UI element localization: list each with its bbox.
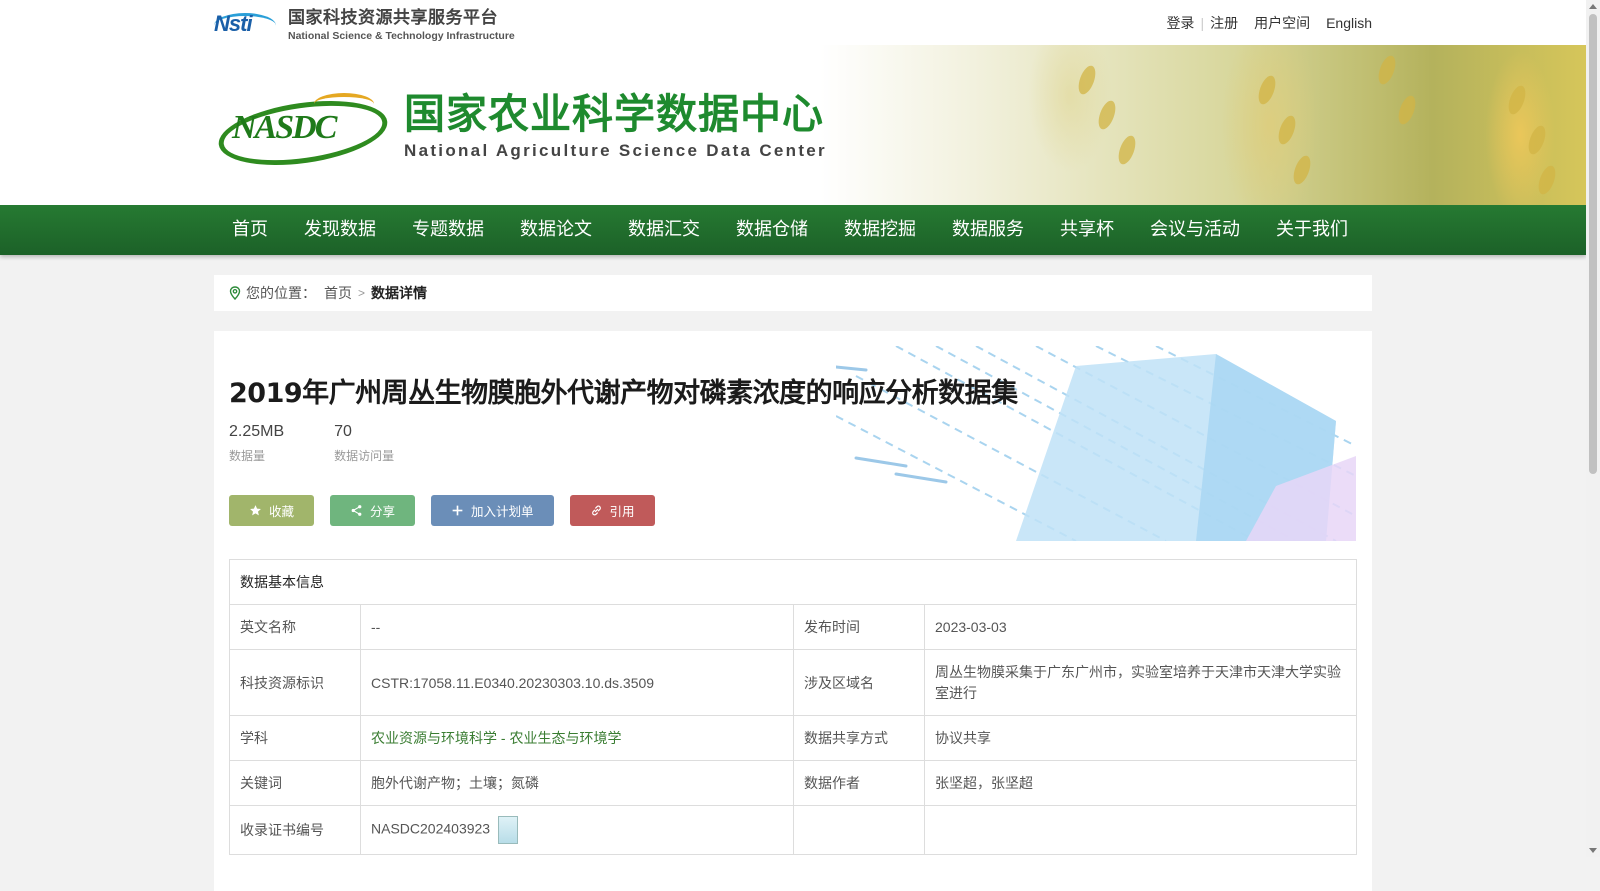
breadcrumb-prefix: 您的位置： xyxy=(246,285,316,301)
table-row: 学科 农业资源与环境科学 - 农业生态与环境学 数据共享方式 协议共享 xyxy=(229,715,1357,761)
top-bar: Nsti 国家科技资源共享服务平台 National Science & Tec… xyxy=(0,0,1586,45)
register-link[interactable]: 注册 xyxy=(1210,13,1238,33)
cstr-value: CSTR:17058.11.E0340.20230303.10.ds.3509 xyxy=(360,649,794,716)
stat-visits-value: 70 xyxy=(334,423,352,440)
scrollbar-thumb[interactable] xyxy=(1589,14,1597,474)
center-name-cn: 国家农业科学数据中心 xyxy=(404,89,824,138)
favorite-label: 收藏 xyxy=(269,505,295,519)
stat-size: 2.25MB 数据量 xyxy=(229,423,284,464)
table-row: 科技资源标识 CSTR:17058.11.E0340.20230303.10.d… xyxy=(229,649,1357,716)
cite-label: 引用 xyxy=(609,505,635,519)
stat-size-label: 数据量 xyxy=(229,449,266,463)
certificate-icon[interactable] xyxy=(498,816,519,844)
nsti-logo-text: Nsti xyxy=(214,10,253,36)
nasdc-logo-text: NASDC xyxy=(232,109,337,146)
nav-item-cup[interactable]: 共享杯 xyxy=(1042,205,1132,255)
nav-item-discover[interactable]: 发现数据 xyxy=(286,205,394,255)
english-name-value: -- xyxy=(360,604,794,650)
scroll-down-icon[interactable] xyxy=(1589,848,1597,853)
nsti-mark-icon: Nsti xyxy=(214,9,280,37)
keywords-label: 关键词 xyxy=(229,760,361,806)
main-nav: 首页 发现数据 专题数据 数据论文 数据汇交 数据仓储 数据挖掘 数据服务 共享… xyxy=(0,205,1586,255)
subject-value: 农业资源与环境科学 - 农业生态与环境学 xyxy=(360,715,794,761)
keywords-value: 胞外代谢产物；土壤；氮磷 xyxy=(360,760,794,806)
english-link[interactable]: English xyxy=(1326,15,1372,31)
platform-name-en: National Science & Technology Infrastruc… xyxy=(288,30,515,42)
publish-date-value: 2023-03-03 xyxy=(924,604,1357,650)
nav-item-mining[interactable]: 数据挖掘 xyxy=(826,205,934,255)
top-links: 登录 | 注册 用户空间 English xyxy=(1166,13,1372,33)
nasdc-logo[interactable]: NASDC 国家农业科学数据中心 National Agriculture Sc… xyxy=(214,89,827,175)
top-link-separator: | xyxy=(1200,14,1205,31)
share-label: 分享 xyxy=(370,505,396,519)
cstr-label: 科技资源标识 xyxy=(229,649,361,716)
user-space-link[interactable]: 用户空间 xyxy=(1254,13,1310,33)
nav-item-papers[interactable]: 数据论文 xyxy=(502,205,610,255)
publish-date-label: 发布时间 xyxy=(793,604,925,650)
table-row: 英文名称 -- 发布时间 2023-03-03 xyxy=(229,604,1357,650)
subject-link-primary[interactable]: 农业资源与环境科学 xyxy=(371,730,497,746)
dataset-title: 2019年广州周丛生物膜胞外代谢产物对磷素浓度的响应分析数据集 xyxy=(229,378,1018,409)
stat-visits-label: 数据访问量 xyxy=(334,449,395,463)
breadcrumb-home-link[interactable]: 首页 xyxy=(324,283,352,303)
favorite-button[interactable]: 收藏 xyxy=(229,495,315,526)
subject-link-secondary[interactable]: 农业生态与环境学 xyxy=(509,730,621,746)
english-name-label: 英文名称 xyxy=(229,604,361,650)
add-plan-label: 加入计划单 xyxy=(471,505,534,519)
cite-button[interactable]: 引用 xyxy=(569,495,655,526)
link-icon xyxy=(591,505,601,516)
stat-size-value: 2.25MB xyxy=(229,423,285,440)
page-scrollbar[interactable] xyxy=(1586,0,1600,857)
empty-value xyxy=(924,805,1357,855)
subject-label: 学科 xyxy=(229,715,361,761)
dataset-stats: 2.25MB 数据量 70 数据访问量 xyxy=(229,423,444,464)
share-mode-value: 协议共享 xyxy=(924,715,1357,761)
nav-item-services[interactable]: 数据服务 xyxy=(934,205,1042,255)
nasdc-emblem-icon: NASDC xyxy=(214,91,392,175)
share-icon xyxy=(351,505,362,516)
banner-rice-image xyxy=(820,45,1586,205)
share-mode-label: 数据共享方式 xyxy=(793,715,925,761)
certificate-cell: NASDC202403923 xyxy=(360,805,794,855)
certificate-value: NASDC202403923 xyxy=(371,820,491,837)
breadcrumb-current: 数据详情 xyxy=(371,285,428,301)
share-button[interactable]: 分享 xyxy=(330,495,416,526)
add-plan-button[interactable]: 加入计划单 xyxy=(431,495,554,526)
region-value: 周丛生物膜采集于广东广州市，实验室培养于天津市天津大学实验室进行 xyxy=(924,649,1357,716)
stat-visits: 70 数据访问量 xyxy=(334,423,394,464)
region-label: 涉及区域名 xyxy=(793,649,925,716)
nav-item-submission[interactable]: 数据汇交 xyxy=(610,205,718,255)
nav-item-topics[interactable]: 专题数据 xyxy=(394,205,502,255)
info-section-title: 数据基本信息 xyxy=(229,559,1357,605)
star-icon xyxy=(250,505,261,516)
basic-info-table: 数据基本信息 英文名称 -- 发布时间 2023-03-03 科技资源标识 CS… xyxy=(229,559,1357,855)
nav-item-home[interactable]: 首页 xyxy=(214,205,286,255)
nav-item-events[interactable]: 会议与活动 xyxy=(1132,205,1258,255)
banner: NASDC 国家农业科学数据中心 National Agriculture Sc… xyxy=(0,45,1586,205)
table-row: 关键词 胞外代谢产物；土壤；氮磷 数据作者 张坚超，张坚超 xyxy=(229,760,1357,806)
dataset-card: 2019年广州周丛生物膜胞外代谢产物对磷素浓度的响应分析数据集 2.25MB 数… xyxy=(214,331,1372,891)
login-link[interactable]: 登录 xyxy=(1166,13,1194,33)
platform-name-cn: 国家科技资源共享服务平台 xyxy=(288,8,498,28)
authors-label: 数据作者 xyxy=(793,760,925,806)
breadcrumb: 您的位置： 首页 > 数据详情 xyxy=(214,275,1372,311)
nav-item-about[interactable]: 关于我们 xyxy=(1258,205,1366,255)
nav-item-repository[interactable]: 数据仓储 xyxy=(718,205,826,255)
plus-icon xyxy=(452,505,463,516)
location-pin-icon xyxy=(229,286,241,300)
table-row: 收录证书编号 NASDC202403923 xyxy=(229,805,1357,855)
certificate-label: 收录证书编号 xyxy=(229,805,361,855)
center-name-en: National Agriculture Science Data Center xyxy=(404,140,827,160)
authors-value: 张坚超，张坚超 xyxy=(924,760,1357,806)
nsti-logo[interactable]: Nsti 国家科技资源共享服务平台 National Science & Tec… xyxy=(214,0,515,45)
subject-separator: - xyxy=(497,730,510,746)
breadcrumb-separator: > xyxy=(358,286,366,300)
scroll-up-icon[interactable] xyxy=(1589,4,1597,9)
empty-label xyxy=(793,805,925,855)
action-buttons: 收藏 分享 加入计划单 引用 xyxy=(229,495,671,526)
